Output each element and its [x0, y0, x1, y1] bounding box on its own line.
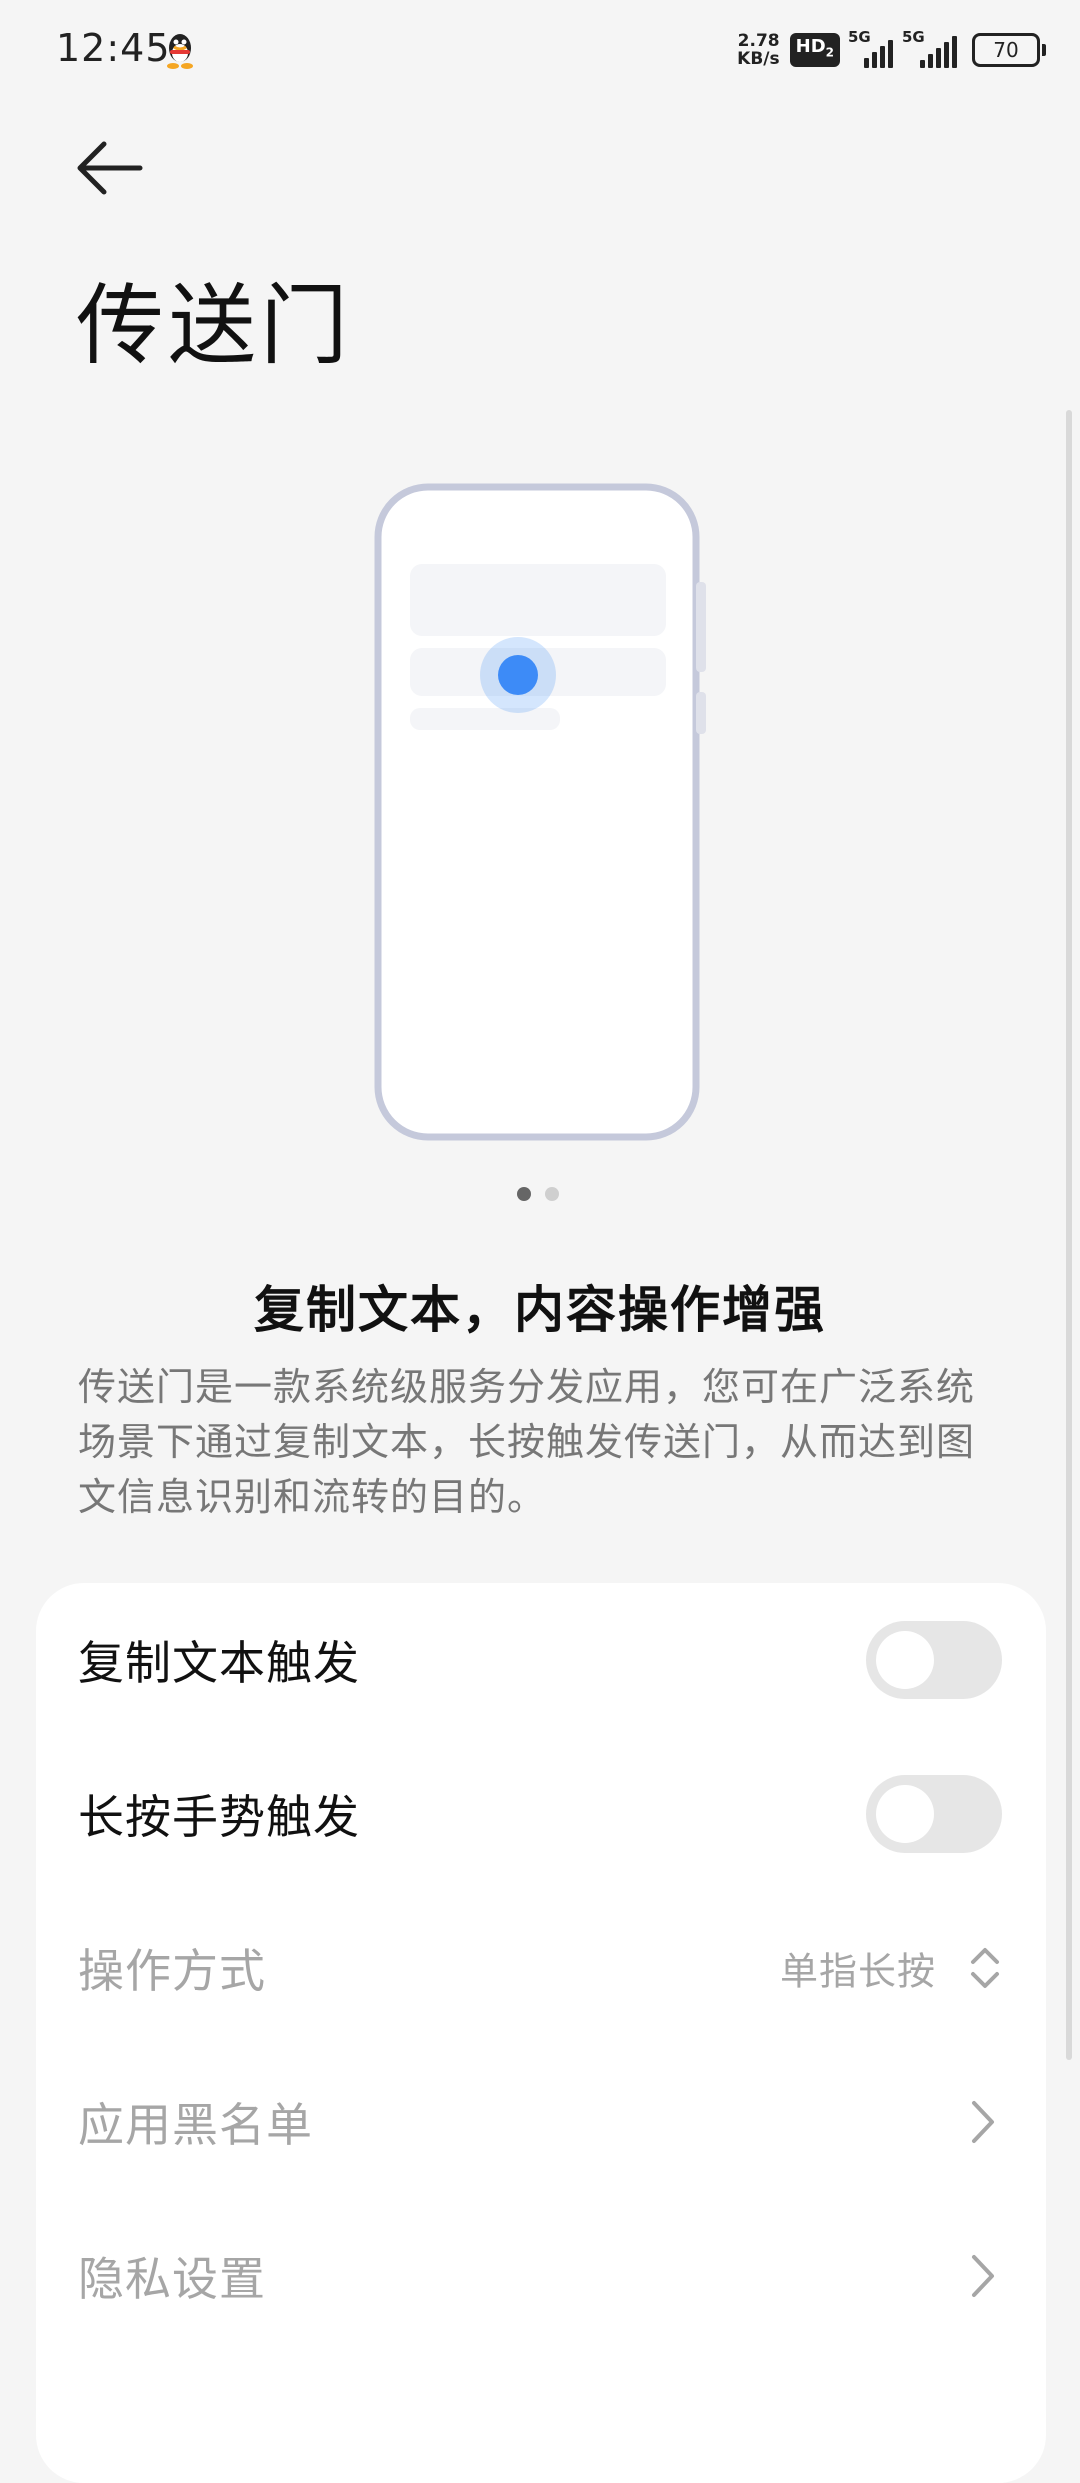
- settings-card: 复制文本触发 长按手势触发 操作方式 单指长按 应用黑名单 隐私设置: [36, 1583, 1046, 2483]
- long-press-trigger-label: 长按手势触发: [78, 1790, 360, 1844]
- signal-type-label-2: 5G: [902, 28, 925, 46]
- hd-label: HD: [795, 36, 826, 58]
- privacy-settings-label: 隐私设置: [78, 2252, 266, 2306]
- long-press-trigger-toggle[interactable]: [866, 1775, 1002, 1853]
- qq-notification-icon: [167, 34, 193, 69]
- phone-illustration: [374, 483, 706, 1141]
- network-speed: 2.78 KB/s: [737, 32, 779, 68]
- operation-mode-row[interactable]: 操作方式 单指长按: [36, 1891, 1046, 2045]
- chevron-updown-icon: [971, 1948, 999, 1988]
- app-blacklist-row[interactable]: 应用黑名单: [36, 2045, 1046, 2199]
- battery-level: 70: [993, 38, 1019, 62]
- copy-text-trigger-row[interactable]: 复制文本触发: [36, 1583, 1046, 1737]
- privacy-settings-row[interactable]: 隐私设置: [36, 2199, 1046, 2353]
- signal-strength-icon-2: 5G: [902, 28, 962, 68]
- feature-description: 传送门是一款系统级服务分发应用，您可在广泛系统场景下通过复制文本，长按触发传送门…: [78, 1365, 976, 1519]
- toggle-knob: [876, 1631, 934, 1689]
- feature-title: 复制文本，内容操作增强: [254, 1281, 826, 1339]
- back-arrow-icon[interactable]: [70, 135, 150, 205]
- long-press-trigger-row[interactable]: 长按手势触发: [36, 1737, 1046, 1891]
- hd-sub-label: 2: [825, 45, 834, 60]
- carousel-dot-1[interactable]: [517, 1187, 531, 1201]
- status-indicators: 2.78 KB/s HD2 5G 5G 70: [737, 28, 1046, 72]
- operation-mode-value: 单指长按: [779, 1949, 936, 1994]
- carousel-dot-2[interactable]: [545, 1187, 559, 1201]
- chevron-right-icon: [972, 2101, 994, 2143]
- scrollbar[interactable]: [1066, 410, 1072, 2060]
- page-title: 传送门: [76, 274, 353, 377]
- signal-strength-icon: 5G: [848, 28, 894, 68]
- toggle-knob: [876, 1785, 934, 1843]
- signal-type-label: 5G: [848, 28, 871, 46]
- status-bar: 12:45 2.78 KB/s HD2 5G 5G 70: [0, 0, 1080, 100]
- network-speed-unit: KB/s: [737, 49, 780, 69]
- copy-text-trigger-label: 复制文本触发: [78, 1636, 360, 1690]
- operation-mode-label: 操作方式: [78, 1944, 266, 1998]
- status-time: 12:45: [56, 26, 171, 70]
- copy-text-trigger-toggle[interactable]: [866, 1621, 1002, 1699]
- network-speed-value: 2.78: [737, 31, 780, 51]
- hd-voice-badge: HD2: [789, 33, 840, 67]
- carousel-indicator: [517, 1187, 559, 1201]
- chevron-right-icon: [972, 2255, 994, 2297]
- app-blacklist-label: 应用黑名单: [78, 2098, 313, 2152]
- battery-icon: 70: [972, 33, 1046, 67]
